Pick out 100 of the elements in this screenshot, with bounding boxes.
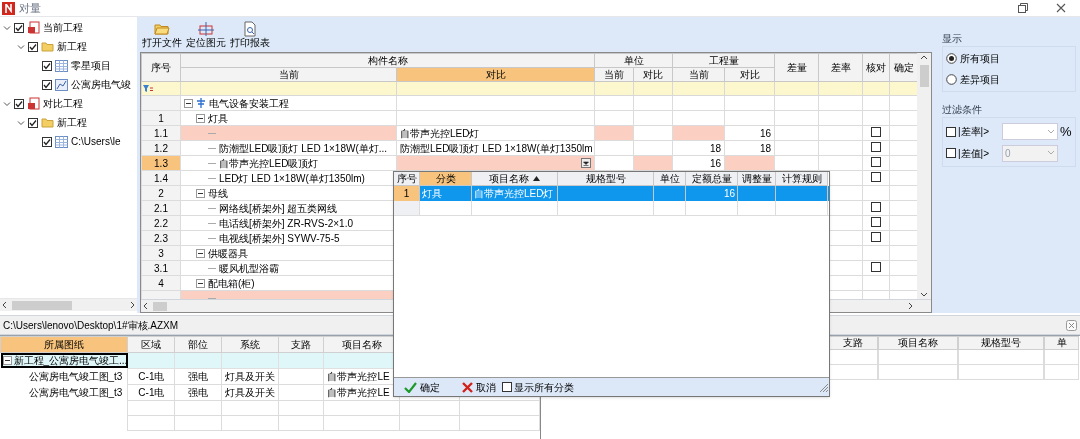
dropdown-field[interactable]	[1002, 123, 1058, 141]
filter-checkbox[interactable]	[946, 126, 956, 137]
check-checkbox[interactable]	[871, 216, 881, 227]
quantity: 16	[759, 127, 771, 139]
tree-item[interactable]: 新工程	[57, 39, 87, 54]
column-header[interactable]: 定额总量	[686, 172, 738, 186]
tree-item[interactable]: 公寓房电气竣	[71, 77, 131, 92]
tree-connector	[208, 222, 216, 224]
row-number: 1.4	[154, 172, 168, 184]
collapse-icon[interactable]	[196, 278, 205, 288]
tree-checkbox[interactable]	[14, 98, 24, 109]
scrollbar-thumb[interactable]	[919, 65, 929, 87]
column-header[interactable]: 分类	[420, 172, 472, 186]
radio-label[interactable]: 所有项目	[960, 51, 1000, 66]
filter-icon[interactable]	[142, 84, 154, 93]
tree-item[interactable]: C:\Users\le	[71, 134, 121, 149]
column-header[interactable]: 单位	[654, 172, 686, 186]
table-cell: 1	[403, 188, 410, 199]
tree-item[interactable]: 当前工程	[43, 20, 83, 35]
toolbar-button[interactable]: 打印报表	[230, 21, 270, 49]
dropdown-row[interactable]: 1 灯具 自带声光控LED灯 16	[394, 186, 829, 201]
check-checkbox[interactable]	[871, 126, 881, 137]
table-cell	[278, 415, 324, 430]
unit-label: %	[1060, 123, 1072, 141]
table-icon	[55, 135, 68, 148]
scrollbar-thumb[interactable]	[12, 300, 72, 310]
collapse-icon[interactable]	[196, 248, 205, 258]
restore-icon[interactable]	[1018, 3, 1028, 13]
resize-grip-icon[interactable]	[817, 381, 829, 393]
checkbox-label[interactable]: 显示所有分类	[514, 379, 574, 395]
row-number: 1.3	[154, 157, 168, 169]
radio-button[interactable]	[946, 74, 957, 85]
column-header[interactable]: 调整量	[738, 172, 776, 186]
column-header[interactable]: 差量	[774, 53, 819, 82]
column-header[interactable]: 项目名称	[472, 172, 558, 186]
column-header[interactable]: 系统	[221, 336, 279, 353]
item-name: 防潮型LED吸顶灯 LED 1×18W(单灯...	[219, 141, 388, 155]
column-header[interactable]: 单	[1044, 336, 1079, 350]
table-cell: 灯具及开关	[224, 386, 275, 398]
close-icon[interactable]	[1056, 3, 1066, 13]
column-header[interactable]: 计算规则	[776, 172, 828, 186]
tree-item[interactable]: 新工程_公寓房电气竣工...	[13, 353, 128, 368]
tree-connector	[208, 177, 216, 179]
check-checkbox[interactable]	[871, 156, 881, 167]
tree-item[interactable]: 对比工程	[43, 96, 83, 111]
table-cell	[774, 95, 819, 111]
folder-icon	[41, 117, 54, 128]
table-cell	[633, 110, 673, 126]
column-header[interactable]: 确定	[889, 53, 917, 82]
collapse-icon[interactable]	[196, 188, 205, 198]
radio-button[interactable]	[946, 53, 957, 64]
tree-checkbox[interactable]	[14, 22, 24, 33]
collapse-icon[interactable]	[184, 98, 193, 108]
check-icon	[15, 99, 23, 108]
cancel-button[interactable]: 取消	[462, 379, 496, 395]
show-all-checkbox[interactable]	[502, 382, 512, 392]
dropdown-arrow-icon[interactable]	[581, 158, 591, 168]
tree-item[interactable]: 新工程	[57, 115, 87, 130]
column-header[interactable]: 核对	[862, 53, 890, 82]
table-cell	[221, 415, 279, 430]
scrollbar-thumb[interactable]	[153, 301, 167, 311]
collapse-icon[interactable]	[196, 113, 205, 123]
close-icon[interactable]	[1066, 319, 1077, 331]
row-number: 2.1	[154, 202, 168, 214]
column-header[interactable]: 差率	[818, 53, 863, 82]
check-checkbox[interactable]	[871, 231, 881, 242]
toolbar-button[interactable]: 定位图元	[186, 21, 226, 49]
item-name: 母线	[208, 186, 228, 200]
check-icon	[43, 80, 51, 89]
toolbar-button[interactable]: 打开文件	[142, 21, 182, 49]
tree-item[interactable]: 公寓房电气竣工图_t3	[0, 368, 128, 384]
radio-label[interactable]: 差异项目	[960, 72, 1000, 87]
tree-checkbox[interactable]	[28, 117, 38, 128]
column-header[interactable]: 规格型号	[558, 172, 654, 186]
x-icon	[462, 381, 473, 393]
column-header[interactable]: 区域	[127, 336, 175, 353]
check-checkbox[interactable]	[871, 141, 881, 152]
column-header[interactable]: 所属图纸	[0, 336, 128, 353]
column-header[interactable]: 部位	[174, 336, 222, 353]
check-checkbox[interactable]	[871, 201, 881, 212]
tree-item[interactable]: 公寓房电气竣工图_t3	[0, 384, 128, 400]
column-header[interactable]: 序号	[141, 53, 181, 82]
tree-item[interactable]: 零星项目	[71, 58, 111, 73]
tree-checkbox[interactable]	[42, 60, 52, 71]
tree-checkbox[interactable]	[42, 79, 52, 90]
table-cell	[127, 415, 175, 430]
item-name: 供暖器具	[208, 246, 248, 260]
column-header[interactable]: 支路	[278, 336, 324, 353]
check-icon	[15, 23, 23, 32]
table-cell: 自带声光控LED灯	[474, 188, 554, 199]
column-header[interactable]: 规格型号	[958, 336, 1044, 350]
tree-checkbox[interactable]	[28, 41, 38, 52]
column-header[interactable]: 序号	[394, 172, 420, 186]
column-header[interactable]: 项目名称	[878, 336, 958, 350]
ok-button[interactable]: 确定	[404, 379, 440, 395]
collapse-icon[interactable]	[2, 356, 12, 365]
check-checkbox[interactable]	[871, 171, 881, 182]
tree-checkbox[interactable]	[42, 136, 52, 147]
column-header[interactable]: 支路	[828, 336, 878, 350]
check-checkbox[interactable]	[871, 261, 881, 272]
